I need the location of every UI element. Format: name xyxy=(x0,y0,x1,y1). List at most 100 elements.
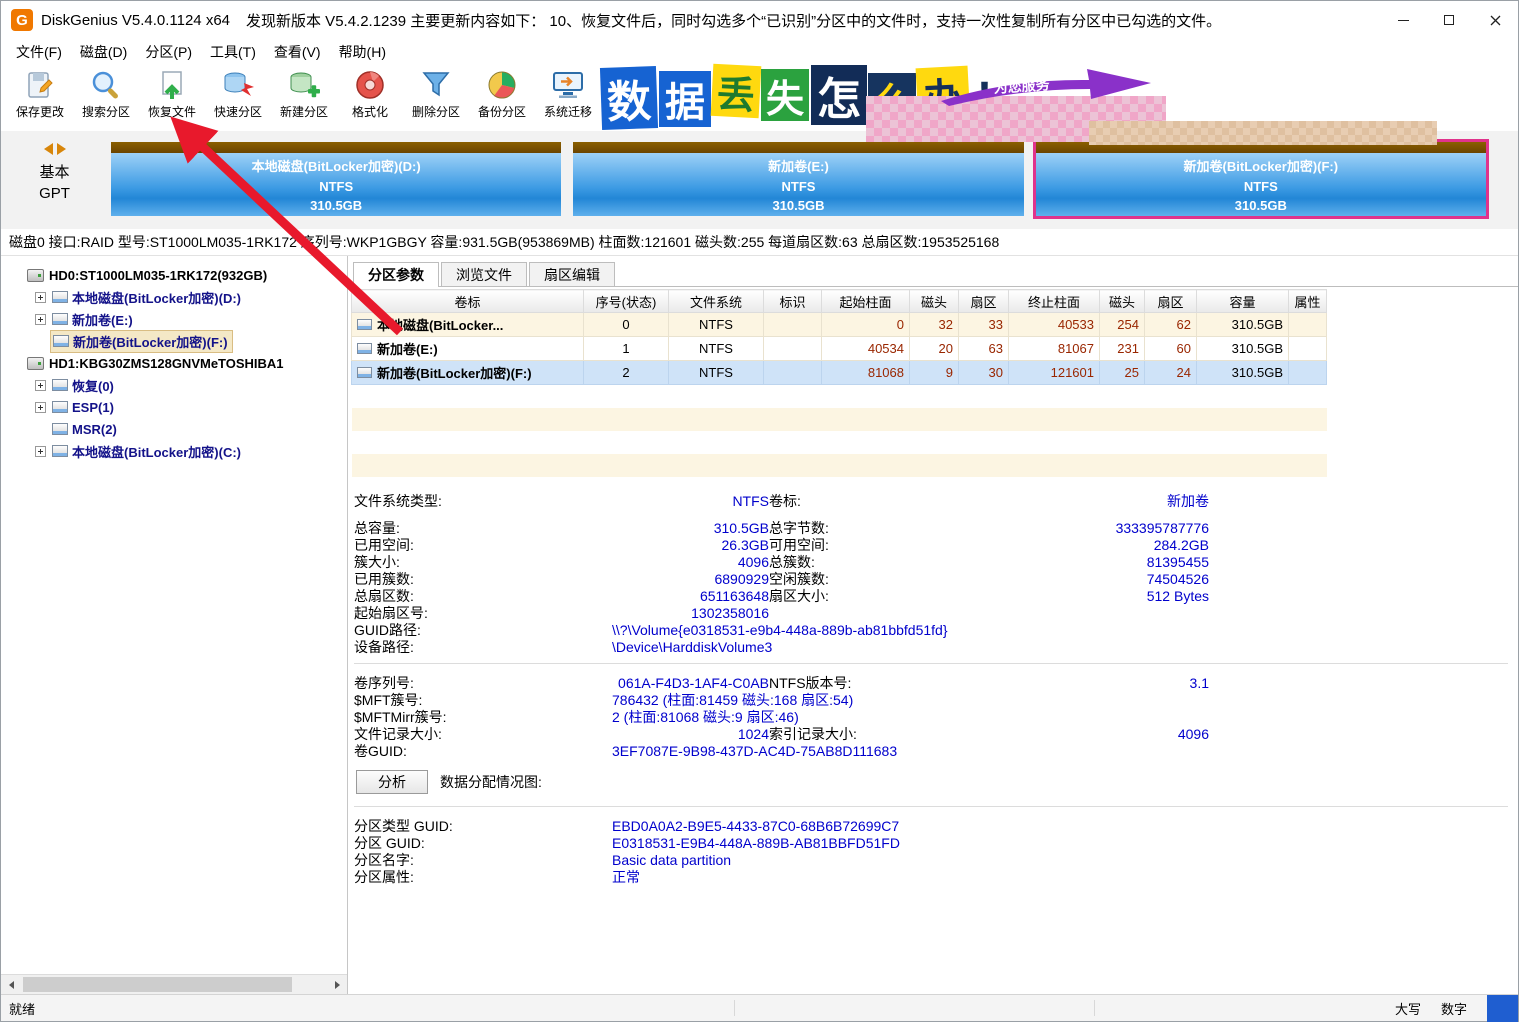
ad-char: 怎 xyxy=(811,65,867,125)
menu-view[interactable]: 查看(V) xyxy=(265,42,330,62)
ad-ribbon-text: 为您服务 xyxy=(993,76,1051,96)
column-header[interactable]: 标识 xyxy=(764,290,822,313)
detail-value: \Device\HarddiskVolume3 xyxy=(504,639,1518,655)
column-header[interactable]: 属性 xyxy=(1289,290,1327,313)
column-header[interactable]: 终止柱面 xyxy=(1009,290,1100,313)
menu-partition[interactable]: 分区(P) xyxy=(136,42,201,62)
toolbar-label: 保存更改 xyxy=(16,103,64,120)
partition-details: 文件系统类型: NTFS 卷标: 新加卷 总容量: 310.5GB 总字节数: … xyxy=(351,477,1518,884)
new-partition-button[interactable]: 新建分区 xyxy=(271,65,337,129)
scroll-left-button[interactable] xyxy=(1,975,21,994)
recover-files-button[interactable]: 恢复文件 xyxy=(139,65,205,129)
tree-item-partition-e[interactable]: 新加卷(E:) xyxy=(1,308,347,330)
detail-label: 卷GUID: xyxy=(354,741,504,761)
table-cell: 25 xyxy=(1100,361,1145,385)
scrollbar-track[interactable] xyxy=(21,975,327,994)
column-header[interactable]: 扇区 xyxy=(1145,290,1197,313)
status-bar: 就绪 大写 数字 xyxy=(1,994,1518,1021)
detail-row-mftmirr: $MFTMirr簇号: 2 (柱面:81068 磁头:9 扇区:46) xyxy=(354,707,1518,724)
search-partition-button[interactable]: 搜索分区 xyxy=(73,65,139,129)
detail-row-partition-name: 分区名字: Basic data partition xyxy=(354,850,1518,867)
tree-item-hd0[interactable]: HD0:ST1000LM035-1RK172(932GB) xyxy=(1,264,347,286)
menu-file[interactable]: 文件(F) xyxy=(7,42,71,62)
table-cell: 60 xyxy=(1145,337,1197,361)
partition-row-d[interactable]: 本地磁盘(BitLocker... 0 NTFS 0 32 33 40533 2… xyxy=(352,313,1327,337)
toolbar-label: 搜索分区 xyxy=(82,103,130,120)
partition-row-e[interactable]: 新加卷(E:) 1 NTFS 40534 20 63 81067 231 60 … xyxy=(352,337,1327,361)
tree-item-recovery[interactable]: 恢复(0) xyxy=(1,374,347,396)
table-cell xyxy=(764,361,822,385)
arrow-left-icon xyxy=(44,143,53,155)
menu-disk[interactable]: 磁盘(D) xyxy=(71,42,136,62)
detail-row: 已用簇数: 6890929 空闲簇数: 74504526 xyxy=(354,569,1518,586)
ad-char: 数 xyxy=(600,66,658,130)
column-header[interactable]: 容量 xyxy=(1197,290,1289,313)
expand-icon[interactable] xyxy=(35,380,46,391)
maximize-button[interactable] xyxy=(1426,1,1472,39)
detail-value: 4096 xyxy=(939,726,1209,742)
backup-partition-button[interactable]: 备份分区 xyxy=(469,65,535,129)
analyze-button[interactable]: 分析 xyxy=(356,770,428,794)
column-header[interactable]: 序号(状态) xyxy=(584,290,669,313)
tree-item-partition-f[interactable]: 新加卷(BitLocker加密)(F:) xyxy=(1,330,347,352)
tab-sector-edit[interactable]: 扇区编辑 xyxy=(529,262,615,286)
scroll-right-icon xyxy=(335,981,340,989)
minimize-button[interactable] xyxy=(1380,1,1426,39)
column-header[interactable]: 磁头 xyxy=(1100,290,1145,313)
quick-partition-button[interactable]: 快速分区 xyxy=(205,65,271,129)
detail-value: 651163648 xyxy=(504,588,769,604)
detail-label: 设备路径: xyxy=(354,637,504,657)
expand-icon[interactable] xyxy=(35,314,46,325)
tree-item-msr[interactable]: MSR(2) xyxy=(1,418,347,440)
table-cell: 310.5GB xyxy=(1197,361,1289,385)
format-button[interactable]: 格式化 xyxy=(337,65,403,129)
tree-item-partition-d[interactable]: 本地磁盘(BitLocker加密)(D:) xyxy=(1,286,347,308)
tab-partition-params[interactable]: 分区参数 xyxy=(353,262,439,286)
menu-bar: 文件(F) 磁盘(D) 分区(P) 工具(T) 查看(V) 帮助(H) xyxy=(1,39,1518,65)
allocation-map-label: 数据分配情况图: xyxy=(440,772,542,792)
partition-size: 310.5GB xyxy=(111,198,561,213)
menu-tools[interactable]: 工具(T) xyxy=(201,42,265,62)
detail-label: 文件系统类型: xyxy=(354,491,504,511)
partition-bar-f[interactable]: 新加卷(BitLocker加密)(F:) NTFS 310.5GB xyxy=(1033,139,1489,219)
column-header[interactable]: 文件系统 xyxy=(669,290,764,313)
partition-icon xyxy=(52,313,68,325)
column-header[interactable]: 卷标 xyxy=(352,290,584,313)
tree-item-label: 本地磁盘(BitLocker加密)(C:) xyxy=(72,442,241,461)
expand-icon[interactable] xyxy=(35,446,46,457)
status-divider xyxy=(734,1000,735,1016)
table-cell xyxy=(1289,361,1327,385)
empty-row xyxy=(352,408,1327,431)
partition-bar-d[interactable]: 本地磁盘(BitLocker加密)(D:) NTFS 310.5GB xyxy=(108,139,564,219)
close-button[interactable] xyxy=(1472,1,1518,39)
save-changes-button[interactable]: 保存更改 xyxy=(7,65,73,129)
disk-tree: HD0:ST1000LM035-1RK172(932GB) 本地磁盘(BitLo… xyxy=(1,256,348,994)
system-migration-button[interactable]: 系统迁移 xyxy=(535,65,601,129)
table-cell: 81068 xyxy=(822,361,910,385)
collapse-arrows[interactable] xyxy=(1,143,108,155)
column-header[interactable]: 磁头 xyxy=(910,290,959,313)
partition-bar-e[interactable]: 新加卷(E:) NTFS 310.5GB xyxy=(570,139,1026,219)
menu-help[interactable]: 帮助(H) xyxy=(330,42,395,62)
table-cell: 2 xyxy=(584,361,669,385)
scrollbar-thumb[interactable] xyxy=(23,977,292,992)
partition-row-f-selected[interactable]: 新加卷(BitLocker加密)(F:) 2 NTFS 81068 9 30 1… xyxy=(352,361,1327,385)
tree-item-partition-c[interactable]: 本地磁盘(BitLocker加密)(C:) xyxy=(1,440,347,462)
detail-row-partition-type-guid: 分区类型 GUID: EBD0A0A2-B9E5-4433-87C0-68B6B… xyxy=(354,816,1518,833)
expand-icon[interactable] xyxy=(35,292,46,303)
detail-row-mft: $MFT簇号: 786432 (柱面:81459 磁头:168 扇区:54) xyxy=(354,690,1518,707)
toolbar-label: 新建分区 xyxy=(280,103,328,120)
column-header[interactable]: 起始柱面 xyxy=(822,290,910,313)
tree-item-esp[interactable]: ESP(1) xyxy=(1,396,347,418)
scroll-right-button[interactable] xyxy=(327,975,347,994)
partition-strip-gutter: 基本 GPT xyxy=(1,131,108,229)
tab-browse-files[interactable]: 浏览文件 xyxy=(441,262,527,286)
tree-item-hd1[interactable]: HD1:KBG30ZMS128GNVMeTOSHIBA1 xyxy=(1,352,347,374)
expand-icon[interactable] xyxy=(35,402,46,413)
delete-partition-button[interactable]: 删除分区 xyxy=(403,65,469,129)
column-header[interactable]: 扇区 xyxy=(959,290,1009,313)
partition-icon xyxy=(52,423,68,435)
detail-row-partition-guid: 分区 GUID: E0318531-E9B4-448A-889B-AB81BBF… xyxy=(354,833,1518,850)
tree-horizontal-scrollbar[interactable] xyxy=(1,974,347,994)
detail-row: 已用空间: 26.3GB 可用空间: 284.2GB xyxy=(354,535,1518,552)
